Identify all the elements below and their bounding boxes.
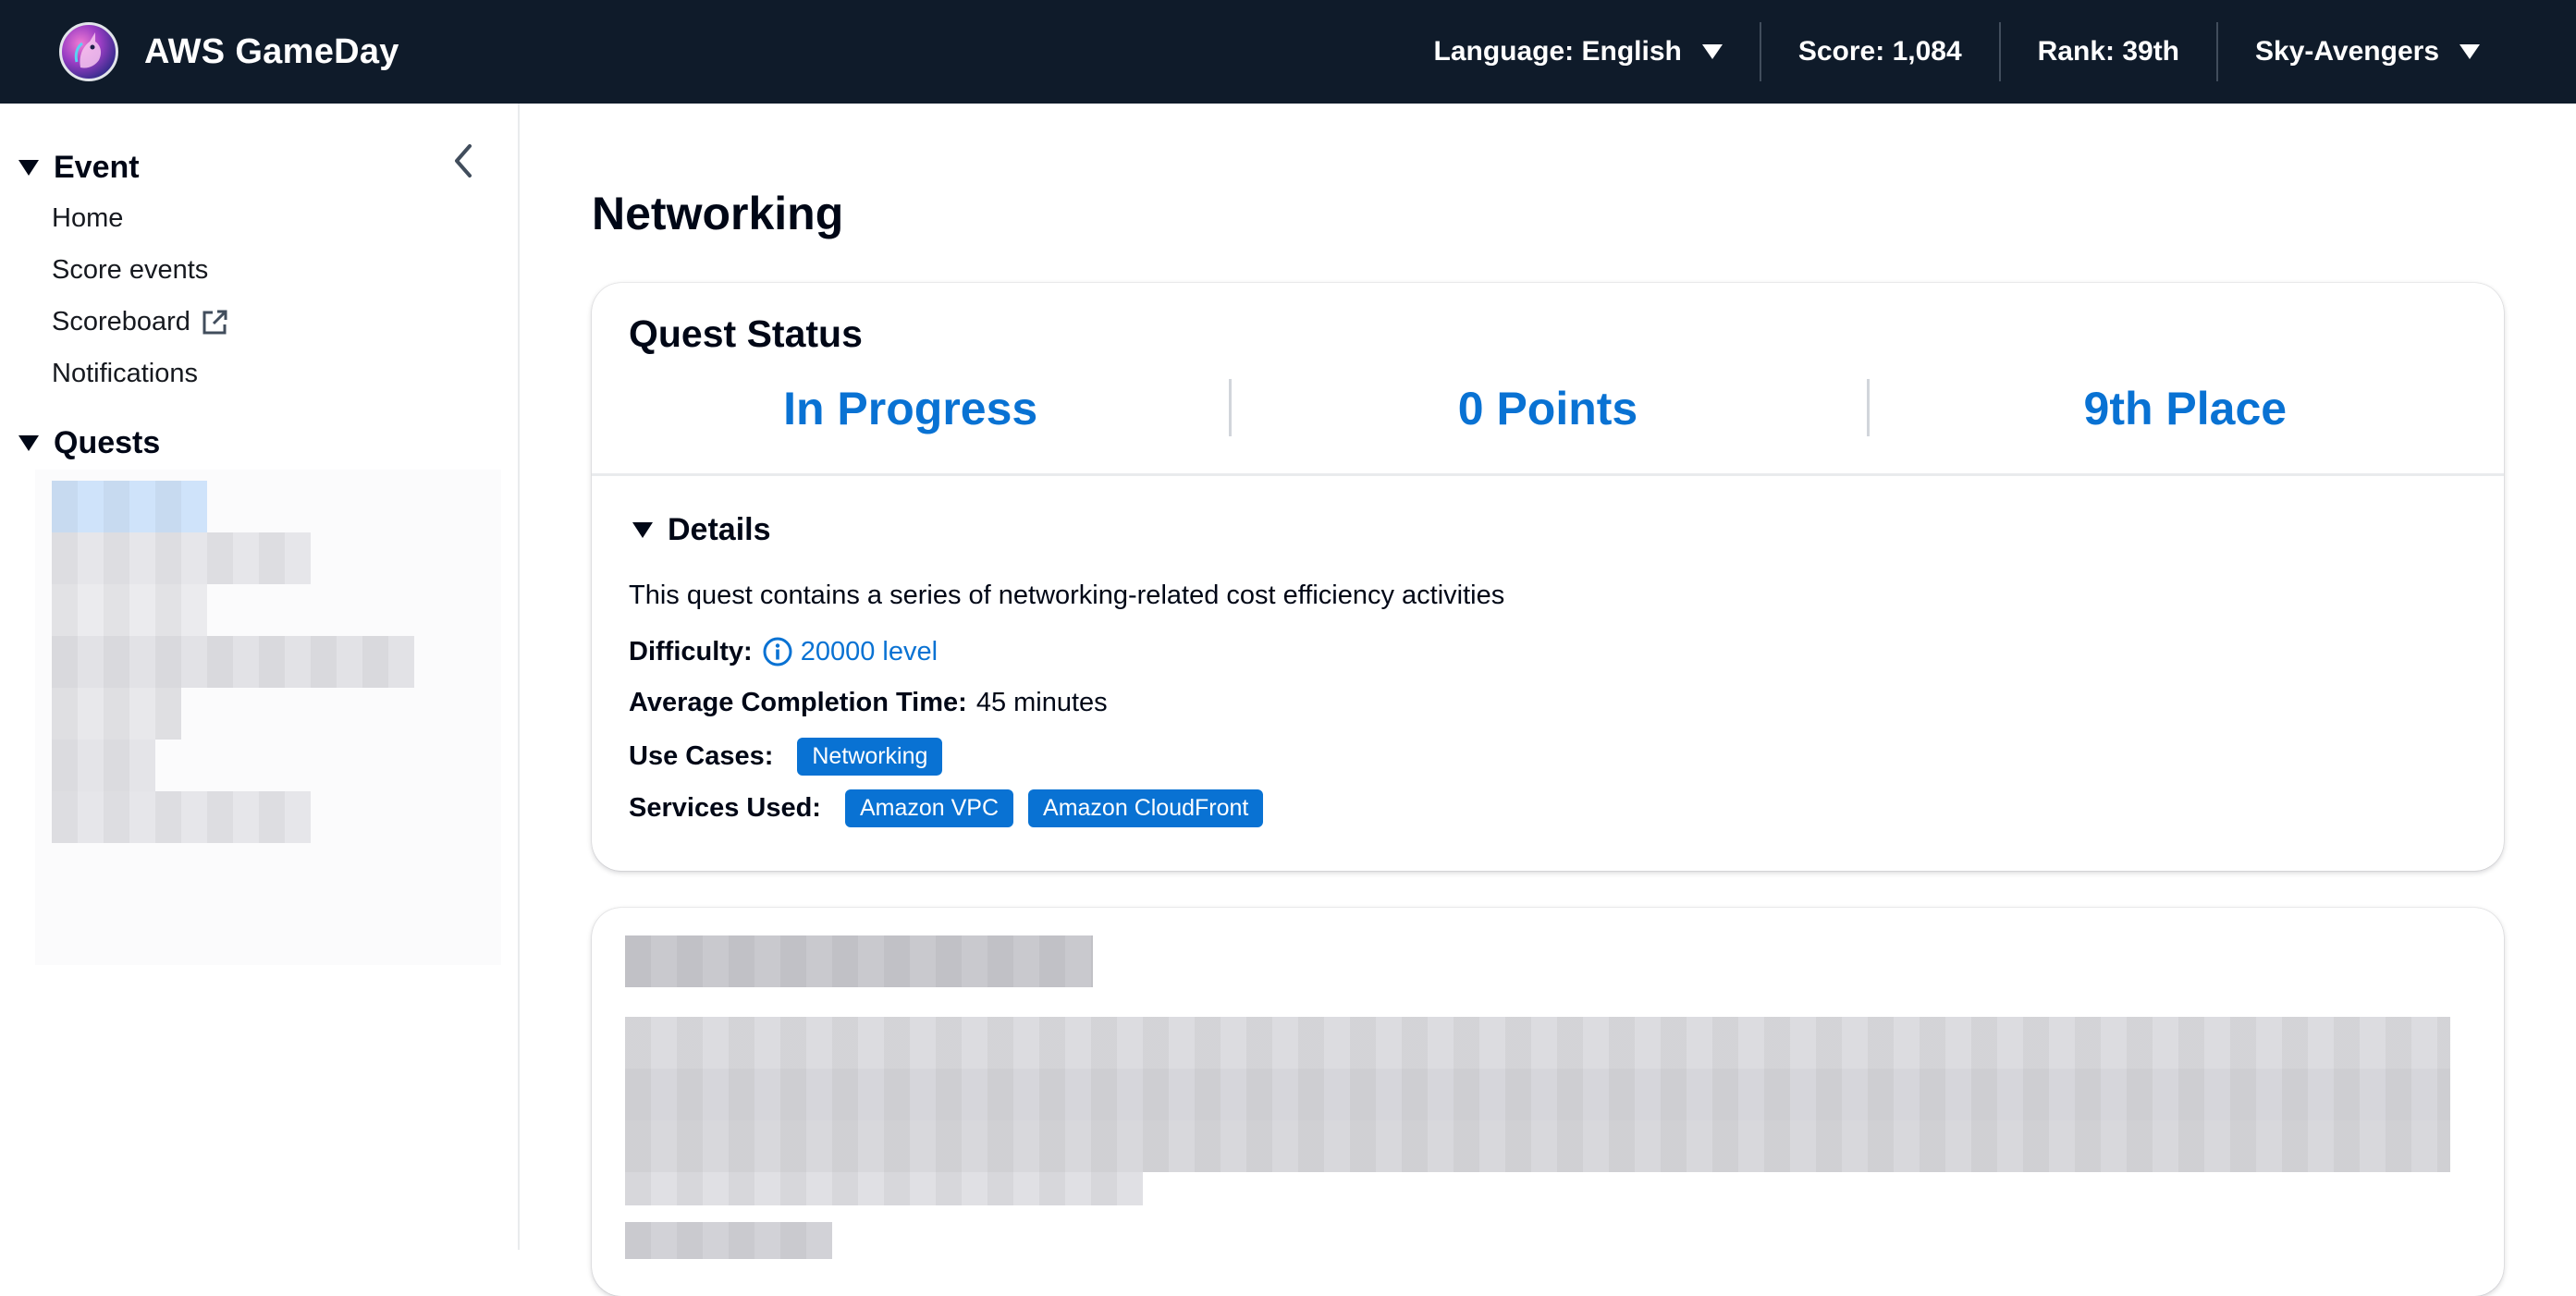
use-cases-label: Use Cases: [629, 741, 774, 771]
quest-status-summary: In Progress 0 Points 9th Place [592, 375, 2504, 442]
event-section-toggle[interactable]: Event [18, 150, 140, 186]
quests-section-label: Quests [54, 425, 161, 460]
difficulty-value: 20000 level [800, 636, 938, 666]
obscured-heading [625, 935, 1093, 987]
difficulty-info-link[interactable]: 20000 level [762, 636, 938, 667]
service-badge-cloudfront: Amazon CloudFront [1028, 789, 1264, 827]
top-navigation: AWS GameDay Language: English Score: 1,0… [0, 0, 2576, 104]
info-icon [763, 637, 792, 666]
quest-status-card: Quest Status In Progress 0 Points 9th Pl… [592, 283, 2504, 871]
quest-place: 9th Place [1866, 375, 2504, 442]
difficulty-label: Difficulty: [629, 636, 753, 666]
quest-status-title: Quest Status [629, 312, 863, 355]
services-used-field: Services Used: Amazon VPC Amazon CloudFr… [629, 789, 1264, 827]
obscured-text-line [625, 1017, 2450, 1069]
language-label: Language: English [1433, 36, 1682, 67]
service-badge-vpc: Amazon VPC [844, 789, 1014, 827]
use-cases-field: Use Cases: Networking [629, 738, 943, 776]
quests-section-toggle[interactable]: Quests [18, 425, 160, 461]
side-navigation: Event Home Score events Scoreboard Notif… [0, 104, 520, 1250]
list-item[interactable] [52, 688, 181, 740]
caret-down-icon [1701, 44, 1723, 59]
obscured-text-line [625, 1172, 1143, 1205]
team-menu[interactable]: Sky-Avengers [2218, 0, 2517, 104]
quest-description: This quest contains a series of networki… [629, 581, 1505, 610]
caret-down-icon [632, 522, 653, 538]
chevron-left-icon [455, 144, 472, 177]
top-utilities: Language: English Score: 1,084 Rank: 39t… [1397, 0, 2518, 104]
difficulty-field: Difficulty: 20000 level [629, 636, 938, 667]
rank-label: Rank: 39th [2037, 36, 2180, 67]
gameday-logo-icon [59, 22, 118, 81]
quest-list [35, 470, 501, 965]
quest-progress-status: In Progress [783, 383, 1038, 434]
list-item[interactable] [52, 584, 207, 636]
brand[interactable]: AWS GameDay [59, 22, 399, 81]
rank-display: Rank: 39th [2001, 0, 2216, 104]
divider [592, 473, 2504, 476]
details-toggle[interactable]: Details [632, 512, 771, 548]
average-completion-time-label: Average Completion Time: [629, 688, 967, 717]
list-item[interactable] [52, 481, 207, 532]
page-title: Networking [592, 188, 844, 239]
team-name: Sky-Avengers [2255, 36, 2439, 67]
obscured-text-line [625, 1222, 832, 1259]
caret-down-icon [18, 160, 39, 176]
caret-down-icon [2459, 44, 2480, 59]
score-label: Score: 1,084 [1797, 36, 1962, 67]
main-content: Networking Quest Status In Progress 0 Po… [521, 104, 2576, 1296]
nav-link-home[interactable]: Home [52, 203, 123, 234]
list-item[interactable] [52, 740, 155, 791]
nav-link-notifications[interactable]: Notifications [52, 359, 198, 389]
nav-link-score-events[interactable]: Score events [52, 255, 208, 286]
obscured-content-card [592, 908, 2504, 1296]
caret-down-icon [18, 435, 39, 451]
obscured-text-line [625, 1069, 2450, 1120]
score-display: Score: 1,084 [1761, 0, 1999, 104]
app-title: AWS GameDay [144, 31, 399, 71]
use-case-badge: Networking [797, 738, 943, 776]
average-completion-time-field: Average Completion Time: 45 minutes [629, 688, 1108, 718]
list-item[interactable] [52, 791, 311, 843]
event-section-label: Event [54, 150, 140, 185]
average-completion-time-value: 45 minutes [975, 688, 1108, 717]
nav-link-scoreboard-label: Scoreboard [52, 307, 190, 336]
list-item[interactable] [52, 636, 414, 688]
list-item[interactable] [52, 532, 311, 584]
external-link-icon [202, 310, 227, 334]
obscured-text-line [625, 1120, 2450, 1172]
details-heading: Details [668, 512, 771, 547]
quest-points: 0 Points [1229, 375, 1866, 442]
collapse-sidebar-button[interactable] [446, 141, 483, 181]
nav-link-scoreboard[interactable]: Scoreboard [52, 307, 229, 337]
services-used-label: Services Used: [629, 793, 821, 823]
language-selector[interactable]: Language: English [1397, 0, 1760, 104]
